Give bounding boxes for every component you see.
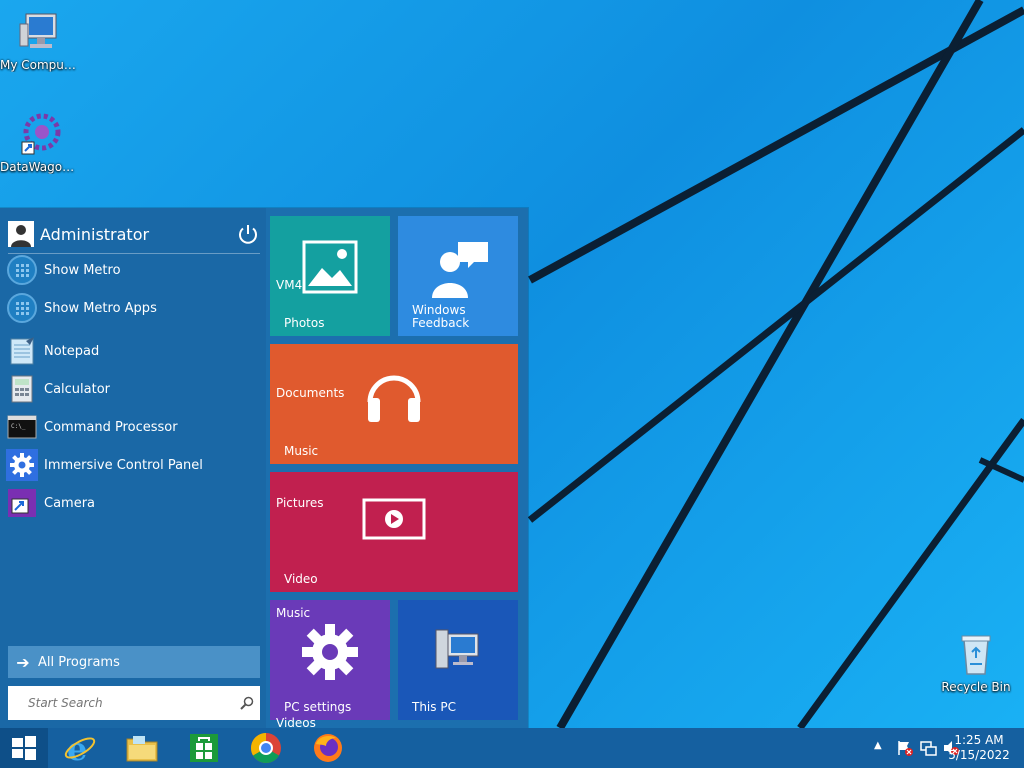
network-icon[interactable] [920, 740, 938, 756]
user-row[interactable]: Administrator [8, 216, 260, 252]
tile-top-label: Pictures [276, 496, 324, 510]
action-center-flag-icon[interactable] [896, 740, 914, 756]
show-hidden-icons-chevron-up-icon[interactable]: ▲ [874, 740, 882, 751]
user-avatar-icon [8, 221, 34, 247]
datawagon-icon [16, 110, 64, 158]
feedback-icon [432, 242, 488, 298]
tile-label: Music [284, 444, 319, 458]
all-programs-label: All Programs [38, 654, 120, 670]
tile-top-label: VM4 [276, 278, 303, 292]
menu-item-label: Show Metro [44, 262, 121, 278]
headphones-icon [367, 375, 421, 422]
desktop-icon-label: My Computer [0, 58, 80, 72]
clock-date: 5/15/2022 [948, 748, 1010, 762]
recycle-bin-icon [952, 630, 1000, 678]
gear-icon [6, 449, 38, 481]
calculator-icon [6, 373, 38, 405]
search-icon[interactable] [234, 690, 260, 716]
tile-top-label: Music [276, 606, 311, 620]
menu-item-notepad[interactable]: Notepad [6, 334, 258, 368]
user-name: Administrator [40, 224, 150, 244]
computer-icon [16, 8, 64, 56]
notepad-icon [6, 335, 38, 367]
menu-item-command-processor[interactable]: C:\_ Command Processor [6, 410, 258, 444]
svg-text:C:\_: C:\_ [11, 423, 26, 430]
tile-label: Video [284, 572, 318, 586]
taskbar-firefox[interactable] [300, 728, 356, 768]
desktop-icon-my-computer[interactable]: My Computer [0, 8, 80, 72]
tile-music[interactable]: Documents Music [270, 344, 518, 464]
clock[interactable]: 1:25 AM 5/15/2022 [944, 733, 1014, 763]
video-icon [362, 498, 426, 540]
menu-item-calculator[interactable]: Calculator [6, 372, 258, 406]
tile-this-pc[interactable]: This PC [398, 600, 518, 720]
desktop-icon-label: Recycle Bin [941, 680, 1011, 694]
tile-label: PC settings [284, 700, 352, 714]
desktop-icon-recycle-bin[interactable]: Recycle Bin [936, 630, 1016, 694]
taskbar-chrome[interactable] [238, 728, 294, 768]
menu-item-label: Camera [44, 495, 96, 511]
computer-icon [435, 629, 479, 669]
tile-label-line-2: Feedback [412, 316, 470, 330]
tile-photos[interactable]: VM4 Photos [270, 216, 390, 336]
start-button[interactable] [0, 728, 48, 768]
chrome-icon [250, 733, 281, 764]
taskbar: e ▲ 1:25 AM 5/15/2022 [0, 728, 1024, 768]
tile-video[interactable]: Pictures Video [270, 472, 518, 592]
start-menu: Administrator Show Metro Show Metro Apps… [0, 208, 528, 730]
menu-item-show-metro-apps[interactable]: Show Metro Apps [6, 291, 258, 325]
camera-shortcut-icon [6, 487, 38, 519]
taskbar-file-explorer[interactable] [114, 728, 170, 768]
menu-item-label: Calculator [44, 381, 111, 397]
system-tray: ▲ 1:25 AM 5/15/2022 [834, 728, 1024, 768]
power-icon[interactable] [236, 222, 260, 246]
gear-icon [302, 624, 358, 680]
menu-item-label: Show Metro Apps [44, 300, 157, 316]
start-search-box[interactable] [8, 686, 260, 720]
menu-item-immersive-control-panel[interactable]: Immersive Control Panel [6, 448, 258, 482]
tile-windows-feedback[interactable]: Windows Feedback [398, 216, 518, 336]
windows-logo-icon [12, 736, 36, 760]
menu-item-label: Notepad [44, 343, 100, 359]
arrow-right-icon: ➔ [16, 652, 30, 672]
metro-icon [6, 254, 38, 286]
store-icon [190, 734, 218, 762]
clock-time: 1:25 AM [954, 733, 1004, 747]
photo-icon [302, 240, 358, 294]
menu-item-camera[interactable]: Camera [6, 486, 258, 520]
start-menu-left-pane: Administrator Show Metro Show Metro Apps… [0, 208, 266, 730]
tile-label: Windows Feedback [412, 304, 469, 330]
internet-explorer-icon: e [64, 731, 96, 765]
taskbar-internet-explorer[interactable]: e [52, 728, 108, 768]
menu-item-label: Command Processor [44, 419, 178, 435]
desktop-icon-datawagon[interactable]: DataWagon... [0, 110, 80, 174]
command-prompt-icon: C:\_ [6, 411, 38, 443]
menu-item-label: Immersive Control Panel [44, 457, 203, 473]
desktop-icon-label: DataWagon... [0, 160, 80, 174]
menu-item-show-metro[interactable]: Show Metro [6, 253, 258, 287]
firefox-icon [314, 734, 342, 762]
metro-apps-icon [6, 292, 38, 324]
start-search-input[interactable] [26, 695, 234, 711]
tile-top-label: Documents [276, 386, 345, 400]
tile-label: This PC [412, 700, 456, 714]
all-programs-button[interactable]: ➔ All Programs [8, 646, 260, 678]
tile-pc-settings[interactable]: Music PC settings [270, 600, 390, 720]
tile-label-line-1: Windows [412, 303, 466, 317]
folder-icon [126, 736, 158, 762]
taskbar-store[interactable] [176, 728, 232, 768]
tile-label: Photos [284, 316, 325, 330]
